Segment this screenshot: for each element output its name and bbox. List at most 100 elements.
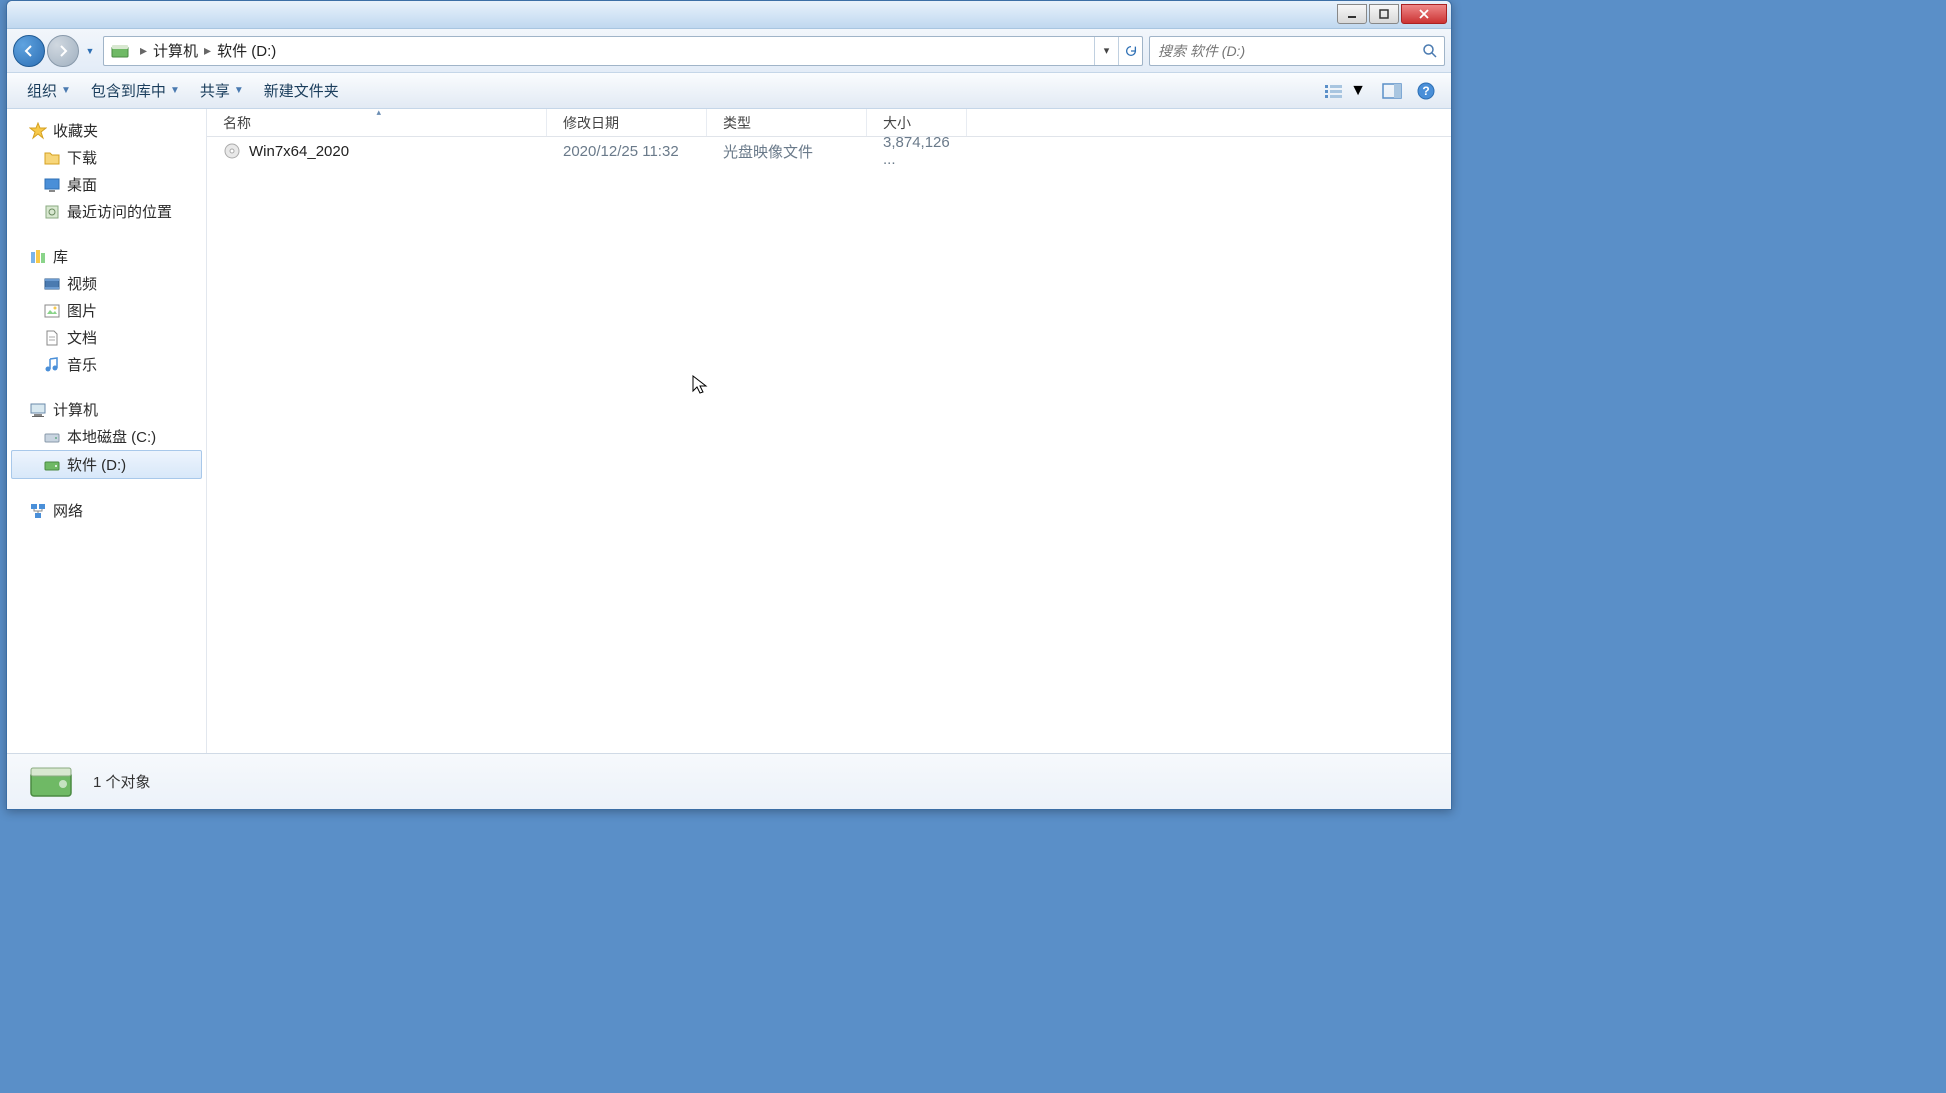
drive-d-icon — [43, 456, 61, 474]
organize-label: 组织 — [27, 80, 57, 101]
downloads-icon — [43, 149, 61, 167]
forward-button[interactable] — [47, 35, 79, 67]
column-size-label: 大小 — [883, 113, 911, 133]
toolbar: 组织 ▼ 包含到库中 ▼ 共享 ▼ 新建文件夹 ▼ ? — [7, 73, 1451, 109]
drive-icon — [110, 41, 130, 61]
preview-pane-button[interactable] — [1377, 77, 1407, 105]
back-button[interactable] — [13, 35, 45, 67]
titlebar[interactable] — [7, 1, 1451, 29]
sidebar-downloads-label: 下载 — [67, 147, 97, 168]
status-text: 1 个对象 — [93, 771, 151, 792]
new-folder-label: 新建文件夹 — [264, 80, 339, 101]
sidebar-favorites[interactable]: 收藏夹 — [7, 117, 206, 144]
column-name-label: 名称 — [223, 113, 251, 133]
desktop-icon — [43, 176, 61, 194]
sidebar-local-c-label: 本地磁盘 (C:) — [67, 426, 156, 447]
sort-ascending-icon: ▴ — [377, 109, 382, 118]
breadcrumb-separator-icon[interactable]: ▸ — [136, 42, 151, 59]
sidebar-network[interactable]: 网络 — [7, 497, 206, 524]
breadcrumb-separator-icon[interactable]: ▸ — [200, 42, 215, 59]
file-name-cell: Win7x64_2020 — [207, 142, 547, 160]
sidebar-local-c[interactable]: 本地磁盘 (C:) — [7, 423, 206, 450]
view-mode-button[interactable]: ▼ — [1317, 79, 1373, 103]
breadcrumb-computer[interactable]: 计算机 — [151, 36, 200, 65]
recent-icon — [43, 203, 61, 221]
documents-icon — [43, 329, 61, 347]
include-in-library-button[interactable]: 包含到库中 ▼ — [81, 76, 190, 105]
navigation-sidebar: 收藏夹 下载 桌面 最近访问的位置 库 — [7, 109, 207, 753]
sidebar-software-d[interactable]: 软件 (D:) — [11, 450, 202, 479]
column-date-label: 修改日期 — [563, 113, 619, 133]
column-size[interactable]: 大小 — [867, 109, 967, 136]
file-row[interactable]: Win7x64_2020 2020/12/25 11:32 光盘映像文件 3,8… — [207, 137, 1451, 165]
sidebar-pictures-label: 图片 — [67, 300, 97, 321]
mouse-cursor-icon — [692, 375, 710, 397]
column-headers: 名称 ▴ 修改日期 类型 大小 — [207, 109, 1451, 137]
sidebar-downloads[interactable]: 下载 — [7, 144, 206, 171]
file-name-text: Win7x64_2020 — [249, 143, 349, 160]
address-bar[interactable]: ▸ 计算机 ▸ 软件 (D:) ▾ — [103, 36, 1143, 66]
sidebar-recent[interactable]: 最近访问的位置 — [7, 198, 206, 225]
content-area: 收藏夹 下载 桌面 最近访问的位置 库 — [7, 109, 1451, 753]
sidebar-videos-label: 视频 — [67, 273, 97, 294]
column-type[interactable]: 类型 — [707, 109, 867, 136]
sidebar-documents-label: 文档 — [67, 327, 97, 348]
sidebar-documents[interactable]: 文档 — [7, 324, 206, 351]
include-label: 包含到库中 — [91, 80, 166, 101]
minimize-button[interactable] — [1337, 4, 1367, 24]
column-type-label: 类型 — [723, 113, 751, 133]
new-folder-button[interactable]: 新建文件夹 — [254, 76, 349, 105]
sidebar-libraries[interactable]: 库 — [7, 243, 206, 270]
status-bar: 1 个对象 — [7, 753, 1451, 809]
share-button[interactable]: 共享 ▼ — [190, 76, 254, 105]
sidebar-software-d-label: 软件 (D:) — [67, 454, 126, 475]
window-controls — [1335, 4, 1447, 26]
list-view-icon — [1324, 83, 1344, 99]
sidebar-desktop-label: 桌面 — [67, 174, 97, 195]
chevron-down-icon: ▼ — [61, 85, 71, 96]
column-name[interactable]: 名称 ▴ — [207, 109, 547, 136]
history-dropdown-icon[interactable]: ▼ — [83, 42, 97, 60]
sidebar-pictures[interactable]: 图片 — [7, 297, 206, 324]
column-date[interactable]: 修改日期 — [547, 109, 707, 136]
drive-c-icon — [43, 428, 61, 446]
libraries-icon — [29, 248, 47, 266]
file-type-cell: 光盘映像文件 — [707, 141, 867, 162]
search-icon[interactable] — [1416, 43, 1444, 59]
breadcrumb-drive[interactable]: 软件 (D:) — [215, 36, 278, 65]
sidebar-computer-label: 计算机 — [53, 399, 98, 420]
address-right-controls: ▾ — [1094, 37, 1142, 65]
refresh-button[interactable] — [1118, 37, 1142, 65]
sidebar-computer[interactable]: 计算机 — [7, 396, 206, 423]
chevron-down-icon: ▼ — [170, 85, 180, 96]
file-size-cell: 3,874,126 ... — [867, 134, 967, 168]
sidebar-desktop[interactable]: 桌面 — [7, 171, 206, 198]
sidebar-videos[interactable]: 视频 — [7, 270, 206, 297]
pictures-icon — [43, 302, 61, 320]
drive-large-icon — [27, 758, 75, 806]
chevron-down-icon: ▼ — [234, 85, 244, 96]
sidebar-favorites-label: 收藏夹 — [53, 120, 98, 141]
organize-button[interactable]: 组织 ▼ — [17, 76, 81, 105]
sidebar-network-label: 网络 — [53, 500, 83, 521]
network-icon — [29, 502, 47, 520]
file-rows[interactable]: Win7x64_2020 2020/12/25 11:32 光盘映像文件 3,8… — [207, 137, 1451, 753]
sidebar-libraries-label: 库 — [53, 246, 68, 267]
iso-file-icon — [223, 142, 241, 160]
share-label: 共享 — [200, 80, 230, 101]
sidebar-music[interactable]: 音乐 — [7, 351, 206, 378]
search-bar — [1149, 36, 1445, 66]
sidebar-recent-label: 最近访问的位置 — [67, 201, 172, 222]
music-icon — [43, 356, 61, 374]
computer-icon — [29, 401, 47, 419]
maximize-button[interactable] — [1369, 4, 1399, 24]
file-date-cell: 2020/12/25 11:32 — [547, 143, 707, 160]
explorer-window: ▼ ▸ 计算机 ▸ 软件 (D:) ▾ 组织 ▼ 包含到库中 ▼ — [6, 0, 1452, 810]
search-input[interactable] — [1150, 43, 1416, 59]
close-button[interactable] — [1401, 4, 1447, 24]
navigation-row: ▼ ▸ 计算机 ▸ 软件 (D:) ▾ — [7, 29, 1451, 73]
address-dropdown-button[interactable]: ▾ — [1094, 37, 1118, 65]
nav-buttons: ▼ — [13, 35, 97, 67]
file-list: 名称 ▴ 修改日期 类型 大小 Win7x64_2020 2020/12/25 … — [207, 109, 1451, 753]
help-button[interactable]: ? — [1411, 77, 1441, 105]
